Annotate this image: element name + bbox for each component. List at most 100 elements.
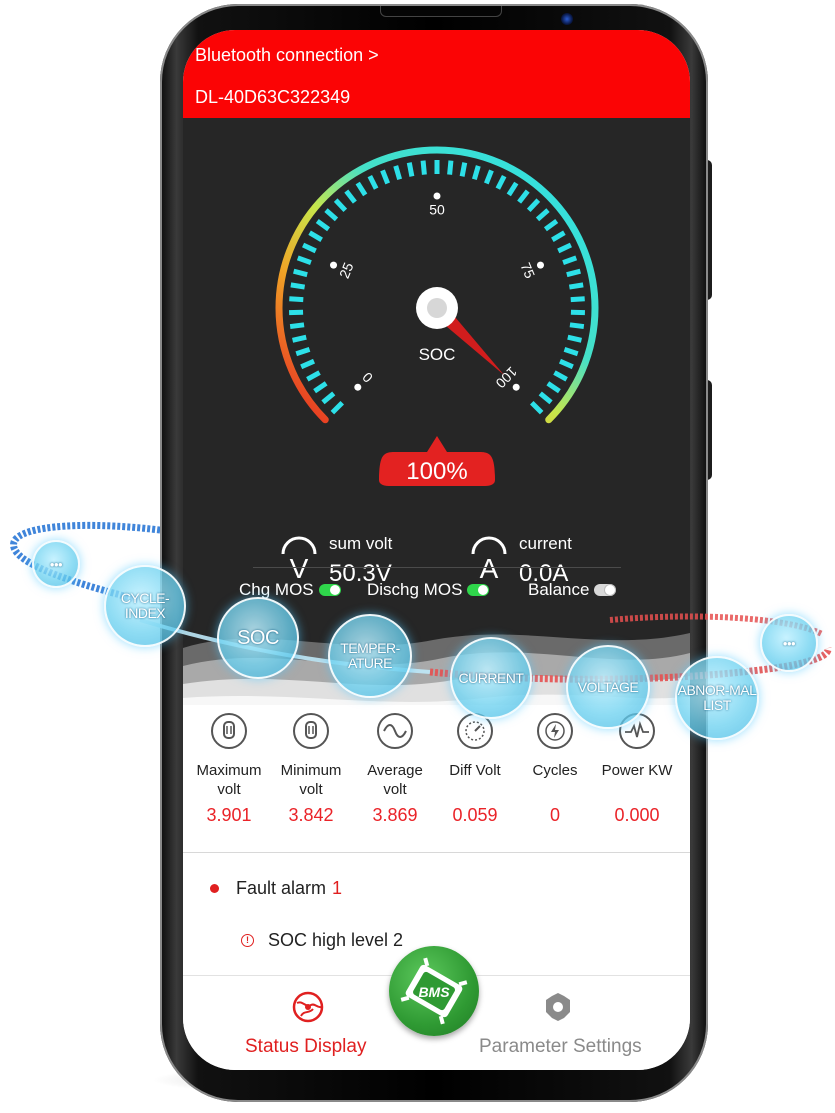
- metric-label-line2: volt: [383, 781, 407, 798]
- gauge-tick: [321, 391, 336, 405]
- gauge-scale-label: 25: [336, 260, 357, 281]
- stats-divider: [253, 567, 621, 568]
- metric-label-line2: volt: [299, 781, 323, 798]
- metric-value: 0.059: [452, 805, 498, 825]
- metric-cycles: Cycles 0: [513, 713, 597, 826]
- gauge-scale-dot: [512, 383, 520, 391]
- bms-label: BMS: [418, 984, 450, 1000]
- gauge-tick: [393, 165, 403, 181]
- gauge-tick: [529, 400, 544, 415]
- gauge-tick: [344, 189, 357, 204]
- gauge-scale-dot: [433, 192, 441, 200]
- phone-speaker: [380, 6, 502, 17]
- gauge-tick: [333, 198, 348, 213]
- gauge-tick: [567, 334, 582, 343]
- bms-center-button[interactable]: BMS: [389, 946, 479, 1036]
- status-display-icon[interactable]: [291, 990, 325, 1024]
- fault-alarm-header: Fault alarm 1: [210, 878, 342, 899]
- current-bubble[interactable]: CURRENT: [450, 637, 532, 719]
- metric-value: 3.869: [372, 805, 418, 825]
- gauge-tick: [447, 160, 454, 175]
- gauge-hub-inner: [427, 298, 447, 318]
- tab-status-display[interactable]: Status Display: [245, 1036, 366, 1058]
- metric-max-volt: Maximum volt 3.901: [187, 713, 271, 826]
- gauge-tick: [570, 296, 585, 303]
- gauge-scale-label: 50: [429, 202, 445, 218]
- metric-label-line1: Power KW: [601, 762, 673, 779]
- gauge-scale-dot: [330, 261, 338, 269]
- metric-avg-volt: Average volt 3.869: [353, 713, 437, 826]
- gauge-tick: [355, 181, 368, 197]
- gauge-outer-arc: [275, 146, 599, 424]
- metric-value: 0.000: [614, 805, 660, 825]
- alarm-dot-icon: [210, 884, 219, 893]
- metric-value: 0: [549, 805, 560, 825]
- soc-gauge: 0255075100 SOC: [275, 146, 599, 424]
- fault-divider: [183, 852, 690, 853]
- gauge-tick: [568, 282, 584, 290]
- gauge-tick: [290, 282, 306, 290]
- metric-label-line1: Cycles: [532, 762, 578, 779]
- metric-value: 3.901: [206, 805, 252, 825]
- gauge-tick: [308, 230, 323, 242]
- gauge-tick: [526, 198, 541, 213]
- metric-label-line1: Average: [367, 762, 423, 779]
- gauge-scale-dot: [354, 383, 362, 391]
- gauge-scale-label: 75: [517, 260, 538, 281]
- metric-power-kw: Power KW 0.000: [595, 713, 679, 826]
- gauge-scale-label: 0: [359, 369, 376, 386]
- gauge-tick: [471, 165, 481, 181]
- bluetooth-connection-link[interactable]: Bluetooth connection >: [195, 45, 379, 66]
- bms-chip-icon: BMS: [400, 957, 468, 1025]
- tab-parameter-settings[interactable]: Parameter Settings: [479, 1036, 642, 1058]
- gauge-tick: [562, 255, 578, 265]
- gauge-scale-dot: [536, 261, 544, 269]
- warning-icon: !: [241, 934, 254, 947]
- more-bubble-right[interactable]: •••: [760, 614, 818, 672]
- voltage-bubble[interactable]: VOLTAGE: [566, 645, 650, 729]
- cycle-index-bubble[interactable]: CYCLE-INDEX: [104, 565, 186, 647]
- fault-list-item: ! SOC high level 2: [241, 930, 403, 951]
- fault-item-text: SOC high level 2: [268, 930, 404, 950]
- fault-alarm-title: Fault alarm: [236, 878, 327, 898]
- gauge-tick: [306, 370, 321, 382]
- metric-min-volt: Minimum volt 3.842: [269, 713, 353, 826]
- gauge-tick: [543, 218, 559, 232]
- gauge-tick: [292, 334, 307, 343]
- gauge-tick: [420, 160, 427, 175]
- phone-camera: [561, 13, 573, 25]
- gauge-tick: [302, 242, 317, 254]
- current-label: current: [519, 534, 572, 553]
- gauge-tick: [330, 400, 345, 415]
- gauge-tick: [506, 181, 519, 197]
- soc-bubble[interactable]: SOC: [217, 597, 299, 679]
- gauge-tick: [495, 174, 507, 190]
- settings-gear-icon[interactable]: [541, 990, 575, 1024]
- metric-diff-volt: Diff Volt 0.059: [433, 713, 517, 826]
- gauge-tick: [296, 255, 312, 265]
- abnormal-list-bubble[interactable]: ABNOR-MAL LIST: [675, 656, 759, 740]
- gauge-tick: [293, 268, 308, 278]
- metric-label-line1: Maximum: [196, 762, 262, 779]
- soc-percent: 100%: [406, 458, 468, 485]
- gauge-tick: [563, 347, 579, 357]
- gauge-tick: [324, 208, 339, 222]
- current-icon: A: [471, 536, 507, 582]
- app-header: Bluetooth connection > DL-40D63C322349: [183, 30, 690, 118]
- gauge-tick: [557, 242, 572, 254]
- gauge-tick: [380, 169, 390, 185]
- gauge-tick: [300, 358, 316, 370]
- temperature-bubble[interactable]: TEMPER-ATURE: [328, 614, 412, 698]
- gauge-tick: [569, 322, 585, 330]
- metric-value: 3.842: [288, 805, 334, 825]
- metric-label-line2: volt: [217, 781, 241, 798]
- gauge-tick: [484, 169, 494, 185]
- voltage-icon: V: [281, 536, 317, 582]
- metric-label-line1: Minimum: [280, 762, 342, 779]
- gauge-tick: [535, 208, 550, 222]
- metric-label-line1: Diff Volt: [449, 762, 501, 779]
- more-bubble-left[interactable]: •••: [32, 540, 80, 588]
- gauge-tick: [289, 322, 305, 330]
- gauge-tick: [367, 174, 379, 190]
- gauge-tick: [295, 347, 311, 357]
